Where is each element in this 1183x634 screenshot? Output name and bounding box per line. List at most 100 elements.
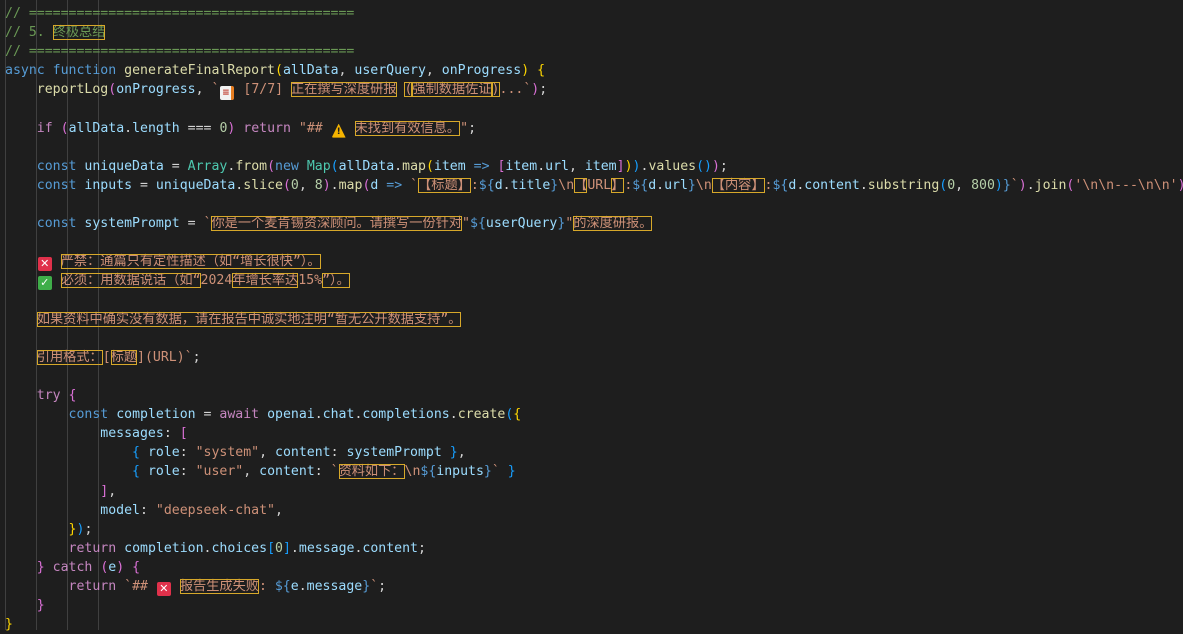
- code-line[interactable]: ✕ 严禁：通篇只有定性描述（如“增长很快”）。: [5, 252, 321, 272]
- code-token: {: [132, 445, 140, 461]
- code-token: length: [132, 120, 180, 136]
- code-token: item: [433, 158, 466, 174]
- code-token: uniqueData: [155, 177, 236, 193]
- code-token: .: [298, 579, 307, 594]
- code-token: ": [460, 120, 469, 136]
- code-token: ;: [539, 82, 548, 98]
- code-token: `: [491, 464, 500, 480]
- code-token: \n: [404, 464, 421, 480]
- code-token: ;: [468, 120, 477, 136]
- code-token: (: [425, 158, 434, 174]
- code-token: 2024: [200, 273, 233, 289]
- code-line[interactable]: ✓ 必须：用数据说话（如“2024年增长率达15%”）。: [5, 271, 350, 291]
- code-line[interactable]: { role: "user", content: `资料如下：\n${input…: [5, 462, 516, 481]
- highlighted-text: 未找到有效信息。: [354, 120, 461, 136]
- code-token: onProgress: [441, 63, 522, 79]
- code-token: // 5.: [5, 25, 53, 41]
- code-line[interactable]: { role: "system", content: systemPrompt …: [5, 443, 466, 462]
- code-token: ${: [274, 579, 291, 594]
- code-token: '\n\n---\n\n': [1074, 177, 1178, 193]
- code-line[interactable]: async function generateFinalReport(allDa…: [5, 61, 545, 80]
- code-token: inputs: [436, 464, 484, 480]
- code-token: message: [298, 540, 355, 556]
- code-line[interactable]: // =====================================…: [5, 4, 354, 23]
- code-token: :: [314, 464, 331, 480]
- code-line[interactable]: model: "deepseek-chat",: [5, 501, 283, 520]
- code-token: if: [36, 120, 53, 136]
- code-line[interactable]: // =====================================…: [5, 42, 354, 61]
- code-line[interactable]: const completion = await openai.chat.com…: [5, 405, 522, 424]
- code-token: completions: [362, 407, 450, 423]
- code-line[interactable]: return `## ✕ 报告生成失败: ${e.message}`;: [5, 577, 386, 596]
- code-token: [: [267, 540, 276, 556]
- code-line[interactable]: 引用格式：[标题](URL)`;: [5, 348, 201, 367]
- code-line[interactable]: messages: [: [5, 424, 187, 443]
- code-line[interactable]: reportLog(onProgress, ` ≡ [7/7] 正在撰写深度研报 …: [5, 80, 548, 101]
- code-token: {: [132, 559, 141, 575]
- code-token: join: [1034, 177, 1067, 193]
- code-token: content: [804, 177, 860, 193]
- code-token: const: [36, 177, 77, 193]
- code-token: {: [68, 388, 77, 403]
- code-token: model: [100, 502, 140, 518]
- code-token: allData: [68, 120, 125, 136]
- code-line[interactable]: if (allData.length === 0) return "## ! 未…: [5, 119, 476, 138]
- code-token: inputs: [84, 177, 133, 193]
- highlighted-text: 强制数据佐证: [412, 82, 492, 98]
- code-line[interactable]: } catch (e) {: [5, 558, 140, 577]
- code-token: ===: [179, 120, 220, 136]
- code-token: userQuery: [485, 216, 558, 232]
- code-token: item: [505, 158, 538, 174]
- code-line[interactable]: // 5. 终极总结: [5, 23, 106, 42]
- code-token: function: [52, 63, 117, 79]
- code-token: .: [290, 540, 299, 556]
- code-line[interactable]: });: [5, 520, 93, 539]
- code-token: }: [36, 559, 45, 575]
- code-token: d: [494, 177, 503, 193]
- code-token: ]: [616, 158, 625, 174]
- code-token: `: [211, 82, 220, 98]
- code-token: .: [859, 177, 868, 193]
- cross-mark-icon: ✕: [37, 257, 52, 272]
- code-token: content: [259, 464, 315, 480]
- code-line[interactable]: }: [5, 615, 13, 634]
- code-line[interactable]: return completion.choices[0].message.con…: [5, 539, 426, 558]
- code-line[interactable]: }: [5, 596, 45, 615]
- code-token: ;: [192, 349, 201, 365]
- code-line[interactable]: 如果资料中确实没有数据，请在报告中诚实地注明“暂无公开数据支持”。: [5, 310, 462, 329]
- code-token: slice: [243, 177, 283, 193]
- code-token: role: [147, 464, 180, 480]
- code-token: const: [68, 407, 109, 423]
- code-token: uniqueData: [84, 158, 164, 174]
- code-token: url: [545, 158, 569, 174]
- code-token: content: [275, 445, 331, 461]
- code-line[interactable]: const systemPrompt = `你是一个麦肯锡资深顾问。请撰写一份针…: [5, 214, 653, 233]
- code-token: item: [584, 158, 617, 174]
- code-token: ;: [378, 579, 387, 594]
- code-token: messages: [100, 426, 164, 442]
- code-token: .: [537, 158, 546, 174]
- code-token: e: [290, 579, 299, 594]
- code-token: ${: [470, 216, 486, 232]
- code-line[interactable]: ],: [5, 482, 116, 501]
- code-line[interactable]: try {: [5, 386, 77, 405]
- code-token: ": [462, 216, 470, 232]
- code-token: ): [624, 158, 633, 174]
- code-token: (: [282, 177, 291, 193]
- code-token: generateFinalReport: [124, 63, 275, 79]
- highlighted-text: 如果资料中确实没有数据，请在报告中诚实地注明“暂无公开数据支持”。: [36, 311, 462, 327]
- code-token: ,: [568, 158, 585, 174]
- code-editor[interactable]: // =====================================…: [0, 0, 1183, 632]
- code-token: :: [163, 426, 180, 442]
- code-token: }: [362, 579, 371, 594]
- code-line[interactable]: const uniqueData = Array.from(new Map(al…: [5, 157, 728, 176]
- code-line[interactable]: const inputs = uniqueData.slice(0, 8).ma…: [5, 176, 1183, 195]
- code-token: =: [163, 158, 188, 174]
- code-token: (: [267, 158, 276, 174]
